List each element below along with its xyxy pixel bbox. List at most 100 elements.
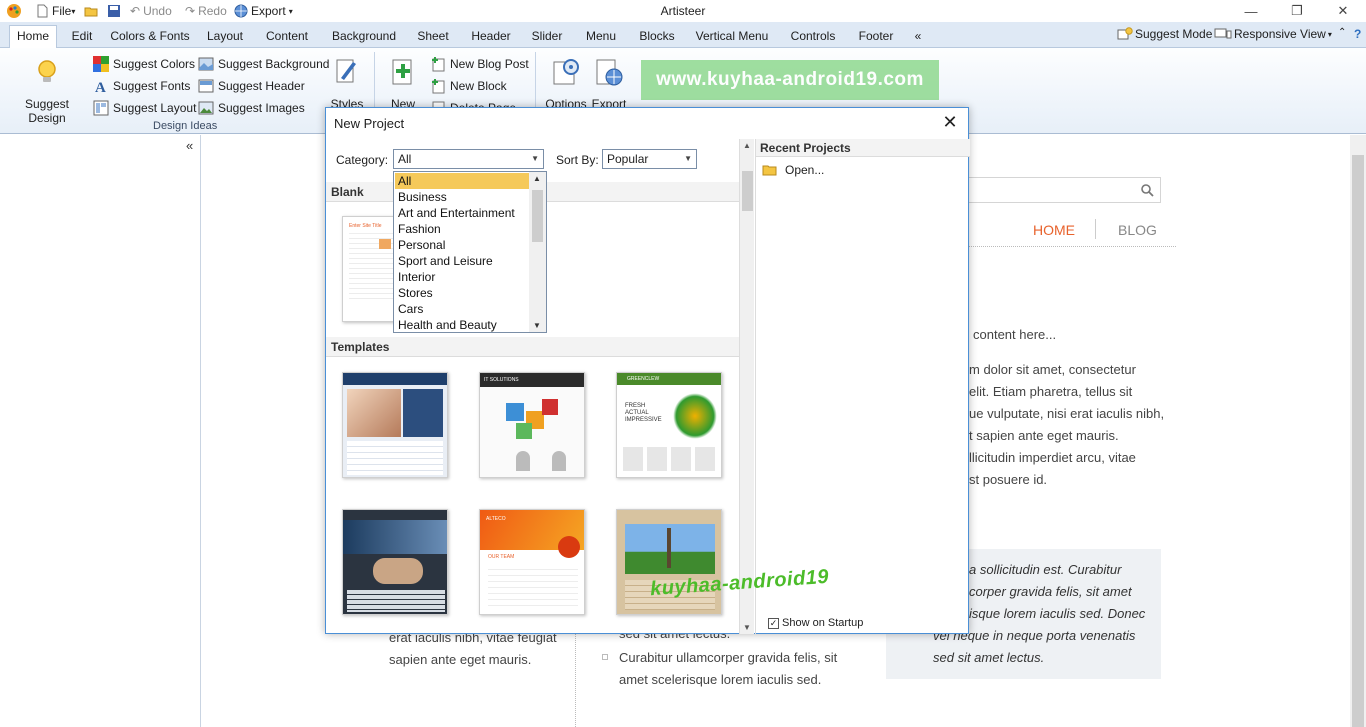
show-on-startup-toggle[interactable]: ✓ Show on Startup <box>768 617 863 629</box>
styles-button[interactable]: Styles <box>328 56 366 111</box>
preview-nav-home[interactable]: HOME <box>1033 222 1075 238</box>
collapse-left-panel[interactable]: « <box>186 138 193 153</box>
options-button[interactable]: Options <box>543 56 589 111</box>
category-option-art[interactable]: Art and Entertainment <box>395 205 529 221</box>
sort-by-select[interactable]: Popular ▼ <box>602 149 697 169</box>
preview-col2-line: amet scelerisque lorem iaculis sed. <box>619 672 822 687</box>
suggest-mode-button[interactable]: Suggest Mode <box>1117 27 1212 41</box>
nav-divider <box>1095 219 1096 239</box>
category-option-fashion[interactable]: Fashion <box>395 221 529 237</box>
template-thumbnail-3[interactable]: GREENCLEW FRESH ACTUAL IMPRESSIVE <box>616 372 722 478</box>
undo-icon: ↶ <box>130 4 141 18</box>
scroll-down-icon[interactable]: ▼ <box>533 321 541 330</box>
dialog-close-button[interactable]: ✕ <box>940 112 960 132</box>
gallery-scrollbar[interactable]: ▲ ▼ <box>739 139 754 634</box>
export-quick-button[interactable]: Export ▾ <box>234 3 293 19</box>
category-option-interior[interactable]: Interior <box>395 269 529 285</box>
tab-colors-fonts[interactable]: Colors & Fonts <box>104 26 196 48</box>
suggest-fonts-button[interactable]: A Suggest Fonts <box>93 78 190 94</box>
category-option-health[interactable]: Health and Beauty <box>395 317 529 333</box>
category-option-personal[interactable]: Personal <box>395 237 529 253</box>
workspace-scrollbar[interactable] <box>1350 135 1366 727</box>
svg-text:A: A <box>95 80 106 94</box>
tab-vertical-menu[interactable]: Vertical Menu <box>692 26 772 48</box>
tab-menu[interactable]: Menu <box>580 26 622 48</box>
gallery-scrollbar-thumb[interactable] <box>742 171 753 211</box>
category-list-scrollbar[interactable]: ▲ ▼ <box>529 172 546 332</box>
preview-search-box[interactable] <box>967 177 1161 203</box>
close-button[interactable]: ✕ <box>1320 0 1366 22</box>
save-icon <box>108 5 120 17</box>
category-option-sport[interactable]: Sport and Leisure <box>395 253 529 269</box>
suggest-header-button[interactable]: Suggest Header <box>198 78 305 94</box>
styles-icon <box>336 59 356 83</box>
category-option-all[interactable]: All <box>395 173 529 189</box>
dialog-title: New Project <box>334 116 405 131</box>
preview-text-line: content here... <box>973 327 1057 342</box>
workspace-scrollbar-thumb[interactable] <box>1352 155 1364 727</box>
tab-content[interactable]: Content <box>260 26 314 48</box>
preview-text-line: st posuere id. <box>969 472 1048 487</box>
undo-button[interactable]: ↶ Undo <box>130 3 172 19</box>
suggest-background-button[interactable]: Suggest Background <box>198 56 329 72</box>
suggest-header-label: Suggest Header <box>218 79 305 93</box>
scroll-up-icon[interactable]: ▲ <box>533 174 541 183</box>
tab-slider[interactable]: Slider <box>527 26 567 48</box>
chevron-down-icon: ▼ <box>531 154 539 163</box>
responsive-view-label: Responsive View <box>1234 27 1326 41</box>
category-option-cars[interactable]: Cars <box>395 301 529 317</box>
globe-icon <box>234 4 248 18</box>
new-block-button[interactable]: New Block <box>430 78 507 94</box>
suggest-colors-button[interactable]: Suggest Colors <box>93 56 195 72</box>
new-blog-post-button[interactable]: New Blog Post <box>430 56 529 72</box>
watermark-banner: www.kuyhaa-android19.com <box>641 60 939 100</box>
responsive-view-button[interactable]: Responsive View ▾ <box>1214 27 1332 41</box>
tab-footer[interactable]: Footer <box>853 26 899 48</box>
app-menu-icon[interactable] <box>6 3 22 19</box>
chevron-down-icon: ▼ <box>684 154 692 163</box>
tab-home[interactable]: Home <box>9 25 57 49</box>
new-page-button[interactable]: New <box>384 56 422 111</box>
template-3-line: ACTUAL <box>625 410 649 416</box>
tab-header[interactable]: Header <box>467 26 515 48</box>
export-button[interactable]: Export <box>591 56 627 111</box>
category-dropdown-list: All Business Art and Entertainment Fashi… <box>393 171 547 333</box>
suggest-images-button[interactable]: Suggest Images <box>198 100 305 116</box>
tab-background[interactable]: Background <box>326 26 402 48</box>
tab-controls[interactable]: Controls <box>785 26 841 48</box>
column-divider <box>575 634 576 727</box>
save-button[interactable] <box>107 3 124 19</box>
category-option-stores[interactable]: Stores <box>395 285 529 301</box>
folder-open-icon <box>762 165 777 176</box>
scroll-down-icon[interactable]: ▼ <box>743 623 751 632</box>
left-panel: « <box>0 135 201 727</box>
suggest-layout-button[interactable]: Suggest Layout <box>93 100 196 116</box>
collapse-ribbon-button[interactable]: ⌃ <box>1338 27 1346 38</box>
checkbox-checked-icon[interactable]: ✓ <box>768 617 779 629</box>
minimize-button[interactable]: — <box>1228 0 1274 22</box>
category-value: All <box>398 152 412 166</box>
redo-button[interactable]: ↷ Redo <box>185 3 227 19</box>
undo-label: Undo <box>143 4 172 18</box>
category-scrollbar-thumb[interactable] <box>532 190 543 242</box>
open-project-link[interactable]: Open... <box>762 163 824 177</box>
template-thumbnail-5[interactable]: ALTECO OUR TEAM <box>479 509 585 615</box>
category-select[interactable]: All ▼ <box>393 149 544 169</box>
tab-edit[interactable]: Edit <box>64 26 100 48</box>
template-thumbnail-1[interactable] <box>342 372 448 478</box>
file-menu[interactable]: File ▾ <box>35 3 75 19</box>
restore-button[interactable]: ❐ <box>1274 0 1320 22</box>
template-thumbnail-4[interactable] <box>342 509 448 615</box>
suggest-design-button[interactable]: Suggest Design <box>6 56 88 125</box>
show-on-startup-label: Show on Startup <box>782 617 864 629</box>
scroll-up-icon[interactable]: ▲ <box>743 141 751 150</box>
preview-nav-blog[interactable]: BLOG <box>1118 222 1157 238</box>
tabs-scroll-left[interactable]: « <box>908 26 928 48</box>
tab-blocks[interactable]: Blocks <box>634 26 680 48</box>
tab-layout[interactable]: Layout <box>201 26 249 48</box>
tab-sheet[interactable]: Sheet <box>413 26 453 48</box>
open-button[interactable] <box>84 3 101 19</box>
help-button[interactable]: ? <box>1354 27 1361 41</box>
template-thumbnail-2[interactable]: IT SOLUTIONS <box>479 372 585 478</box>
category-option-business[interactable]: Business <box>395 189 529 205</box>
